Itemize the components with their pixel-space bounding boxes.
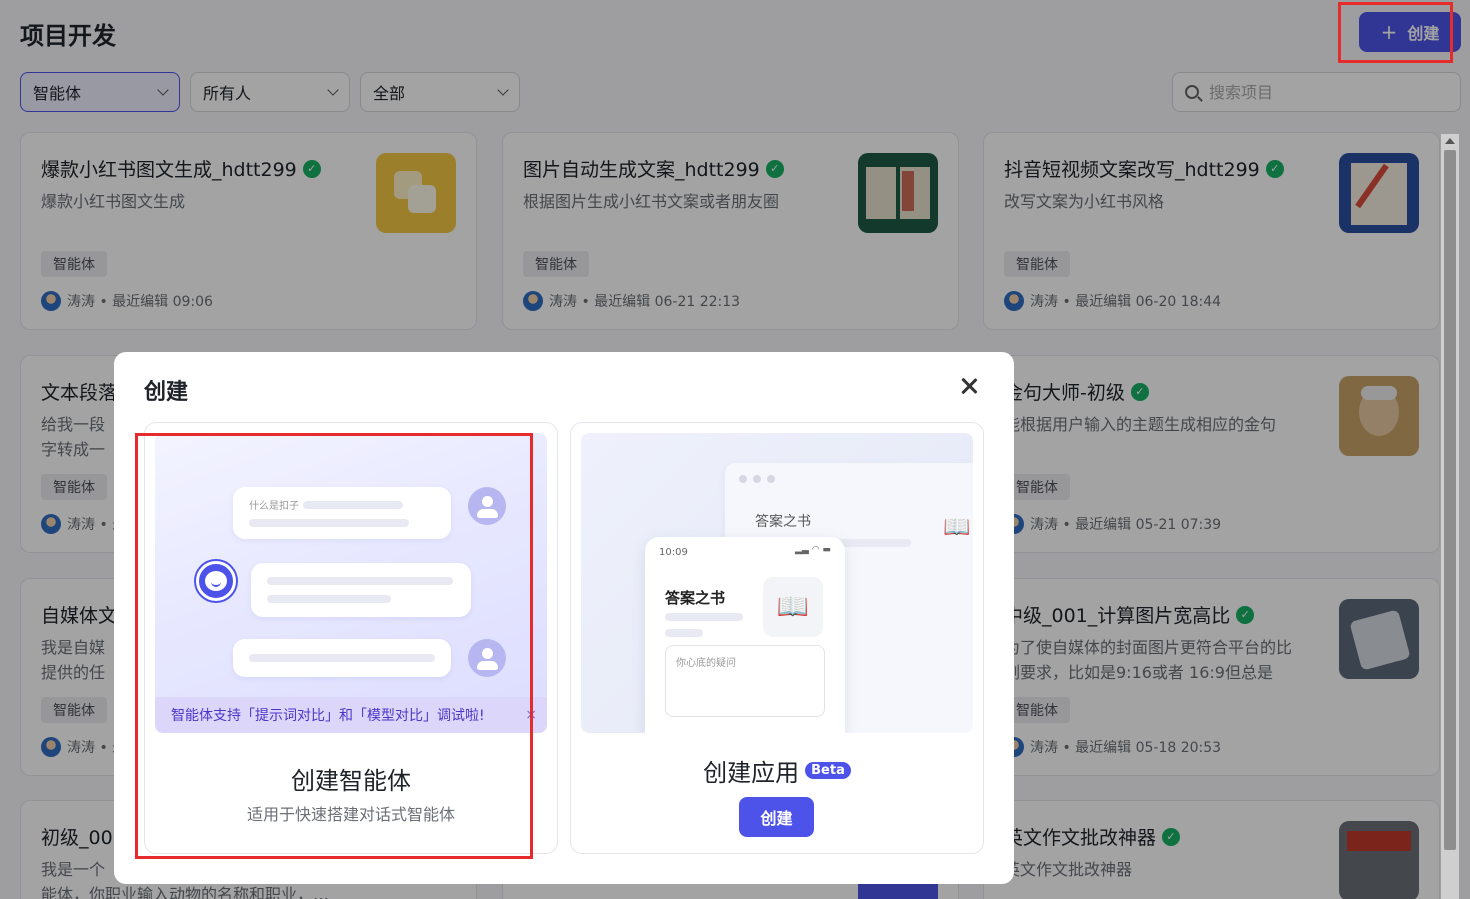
highlight-box-agent-option (135, 433, 533, 859)
preview-bar (665, 613, 743, 621)
preview-phone-title: 答案之书 (665, 589, 726, 607)
preview-phone: 10:09 ▂▃ ◠ ▬ 答案之书 📖 你心底的疑问 (645, 537, 845, 733)
scrollbar[interactable] (1441, 134, 1459, 899)
app-preview: 答案之书 📖 10:09 ▂▃ ◠ ▬ 答案之书 📖 你心底的疑问 (581, 433, 973, 733)
app-option-title: 创建应用 Beta (571, 753, 983, 788)
beta-badge: Beta (805, 762, 851, 779)
preview-bar (665, 629, 703, 637)
highlight-box-create (1338, 2, 1453, 63)
close-icon[interactable] (959, 376, 979, 396)
create-app-option[interactable]: 答案之书 📖 10:09 ▂▃ ◠ ▬ 答案之书 📖 你心底的疑问 创建应用 B… (570, 422, 984, 854)
window-dot (767, 475, 775, 483)
create-app-button[interactable]: 创建 (739, 797, 814, 837)
status-icons: ▂▃ ◠ ▬ (795, 545, 831, 555)
scrollbar-thumb[interactable] (1444, 150, 1456, 850)
preview-input-placeholder: 你心底的疑问 (676, 658, 736, 669)
book-icon: 📖 (763, 577, 823, 637)
window-dot (739, 475, 747, 483)
window-dot (753, 475, 761, 483)
scroll-up-icon[interactable] (1445, 138, 1455, 144)
preview-window-title: 答案之书 (755, 514, 811, 530)
modal-title: 创建 (144, 380, 189, 405)
preview-input: 你心底的疑问 (665, 645, 825, 717)
app-option-title-text: 创建应用 (703, 759, 800, 787)
preview-phone-time: 10:09 (659, 547, 688, 558)
book-icon: 📖 (943, 515, 971, 540)
